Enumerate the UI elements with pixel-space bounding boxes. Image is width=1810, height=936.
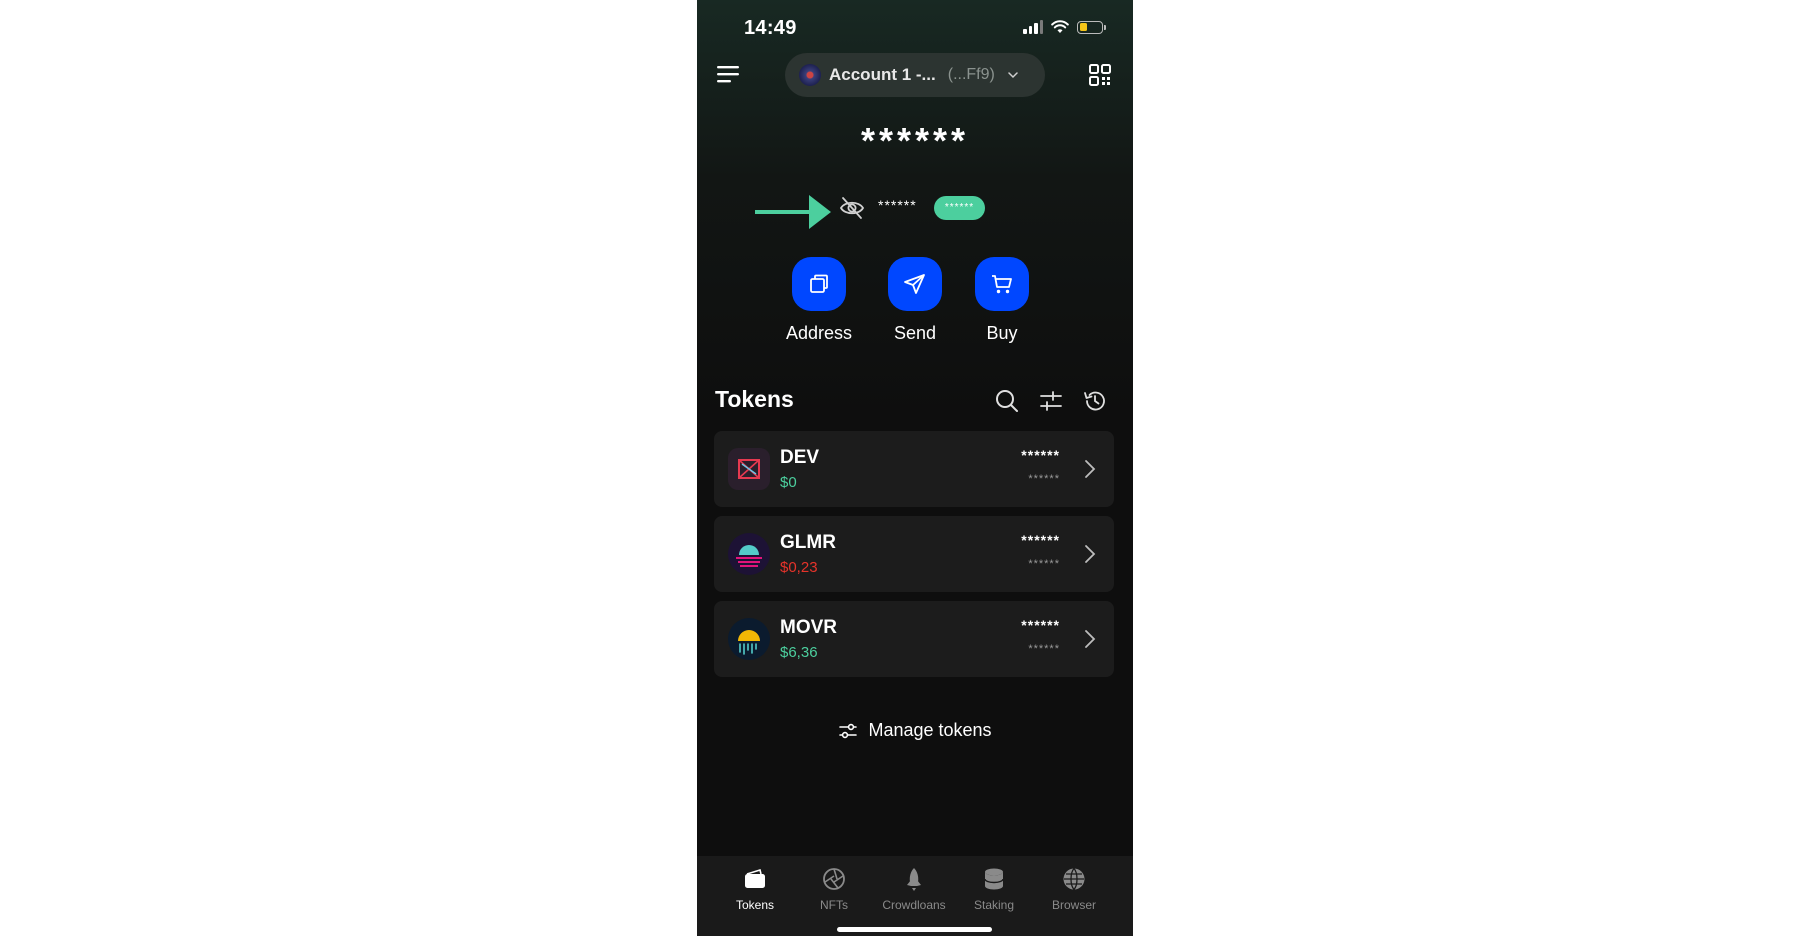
send-button[interactable]: Send xyxy=(870,257,960,344)
send-icon xyxy=(904,274,925,294)
hamburger-menu-icon[interactable] xyxy=(717,64,741,84)
tab-label: Crowdloans xyxy=(882,898,946,912)
account-name: Account 1 -... xyxy=(829,65,936,84)
status-time: 14:49 xyxy=(744,17,797,39)
tab-staking[interactable]: Staking xyxy=(954,866,1034,912)
tab-label: NFTs xyxy=(820,898,848,912)
token-symbol: MOVR xyxy=(780,617,837,638)
cart-icon xyxy=(992,275,1012,294)
copy-icon xyxy=(810,274,828,293)
token-price: $0 xyxy=(780,474,797,491)
tab-tokens[interactable]: Tokens xyxy=(715,866,795,912)
buy-label: Buy xyxy=(986,323,1018,343)
wallet-icon xyxy=(745,868,765,888)
phone-screen: 14:49 Account 1 -... (...Ff9) ****** ***… xyxy=(697,0,1133,936)
chevron-right-icon xyxy=(1085,545,1096,563)
qr-code-icon[interactable] xyxy=(1089,64,1111,86)
account-address: (...Ff9) xyxy=(947,66,995,83)
search-icon[interactable] xyxy=(994,388,1020,414)
tab-label: Browser xyxy=(1051,898,1096,912)
token-symbol: GLMR xyxy=(780,532,836,553)
movr-token-logo xyxy=(728,618,770,660)
tab-nfts[interactable]: NFTs xyxy=(794,866,874,912)
tokens-heading: Tokens xyxy=(715,386,794,412)
token-fiat-value: ****** xyxy=(1028,558,1060,570)
manage-tokens-button[interactable]: Manage tokens xyxy=(697,720,1133,741)
address-button[interactable]: Address xyxy=(774,257,864,344)
token-symbol: DEV xyxy=(780,447,820,468)
coins-stack-icon xyxy=(984,868,1004,890)
balance-change-pill: ****** xyxy=(934,196,985,220)
glmr-token-logo xyxy=(728,533,770,575)
bottom-tab-bar: Tokens NFTs Crowdloans Staking Browser xyxy=(697,856,1133,936)
chevron-right-icon xyxy=(1085,460,1096,478)
token-price: $0,23 xyxy=(780,559,818,576)
cellular-signal-icon xyxy=(1023,20,1043,34)
address-label: Address xyxy=(785,323,853,343)
wifi-icon xyxy=(1051,20,1069,33)
token-amount: ****** xyxy=(1021,617,1060,633)
chevron-right-icon xyxy=(1085,630,1096,648)
manage-tokens-label: Manage tokens xyxy=(868,720,992,740)
token-fiat-value: ****** xyxy=(1028,643,1060,655)
arrow-annotation xyxy=(755,195,831,229)
token-row-dev[interactable]: DEV $0 ****** ****** xyxy=(714,431,1114,507)
tab-crowdloans[interactable]: Crowdloans xyxy=(874,866,954,912)
account-selector[interactable]: Account 1 -... (...Ff9) xyxy=(785,53,1045,97)
sliders-icon xyxy=(839,723,858,738)
buy-button[interactable]: Buy xyxy=(957,257,1047,344)
home-indicator[interactable] xyxy=(837,927,992,932)
history-icon[interactable] xyxy=(1082,388,1108,414)
battery-icon xyxy=(1077,20,1106,34)
token-amount: ****** xyxy=(1021,532,1060,548)
dev-token-logo xyxy=(728,448,770,490)
tab-browser[interactable]: Browser xyxy=(1034,866,1114,912)
chevron-down-icon xyxy=(1008,72,1018,79)
token-amount: ****** xyxy=(1021,447,1060,463)
token-price: $6,36 xyxy=(780,644,818,661)
tab-label: Tokens xyxy=(735,898,775,912)
filter-icon[interactable] xyxy=(1038,388,1064,414)
status-icons xyxy=(1023,20,1106,34)
balance-sub-value: ****** xyxy=(878,197,917,213)
token-row-movr[interactable]: MOVR $6,36 ****** ****** xyxy=(714,601,1114,677)
token-row-glmr[interactable]: GLMR $0,23 ****** ****** xyxy=(714,516,1114,592)
token-fiat-value: ****** xyxy=(1028,473,1060,485)
globe-icon xyxy=(1063,868,1085,890)
send-label: Send xyxy=(893,323,937,343)
total-balance: ****** xyxy=(860,120,970,161)
aperture-icon xyxy=(823,868,845,890)
eye-slash-icon[interactable] xyxy=(839,196,865,220)
tab-label: Staking xyxy=(973,898,1015,912)
rocket-icon xyxy=(907,868,921,891)
account-avatar xyxy=(799,64,821,86)
